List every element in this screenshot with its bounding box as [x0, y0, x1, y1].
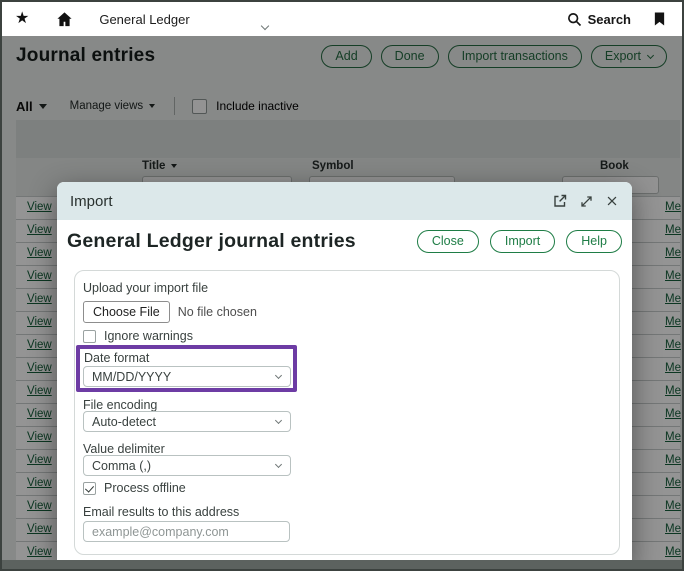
date-format-select[interactable]: MM/DD/YYYY: [83, 366, 291, 387]
upload-file-label: Upload your import file: [83, 281, 208, 295]
close-button[interactable]: Close: [417, 230, 479, 253]
close-icon[interactable]: [605, 194, 619, 208]
import-button[interactable]: Import: [490, 230, 555, 253]
app-menu-general-ledger[interactable]: General Ledger: [99, 12, 189, 27]
modal-title: Import: [70, 193, 113, 210]
file-input-row: Choose File No file chosen: [83, 301, 257, 323]
ignore-warnings-checkbox[interactable]: [83, 330, 96, 343]
value-delimiter-value: Comma (,): [92, 459, 151, 473]
process-offline-label: Process offline: [104, 481, 186, 495]
modal-window-controls: [552, 193, 619, 209]
import-form-panel: Upload your import file Choose File No f…: [74, 270, 620, 555]
no-file-chosen-text: No file chosen: [178, 305, 257, 319]
expand-resize-icon[interactable]: [579, 194, 594, 209]
ignore-warnings-label: Ignore warnings: [104, 329, 193, 343]
chevron-down-icon: [275, 372, 282, 379]
file-encoding-value: Auto-detect: [92, 415, 156, 429]
choose-file-button[interactable]: Choose File: [83, 301, 170, 323]
app-window: ★ General Ledger Search Journal entries …: [0, 0, 684, 571]
chevron-down-icon: [275, 461, 282, 468]
favorites-star-icon[interactable]: ★: [15, 11, 29, 27]
chevron-down-icon: [275, 417, 282, 424]
file-encoding-label: File encoding: [83, 398, 157, 412]
value-delimiter-select[interactable]: Comma (,): [83, 455, 291, 476]
search-label: Search: [588, 12, 631, 27]
help-button[interactable]: Help: [566, 230, 622, 253]
date-format-label: Date format: [84, 351, 149, 365]
ignore-warnings-row: Ignore warnings: [83, 329, 193, 343]
value-delimiter-label: Value delimiter: [83, 442, 165, 456]
home-icon[interactable]: [56, 11, 73, 28]
search-button[interactable]: Search: [567, 12, 631, 27]
modal-heading: General Ledger journal entries: [67, 230, 356, 253]
date-format-value: MM/DD/YYYY: [92, 370, 171, 384]
email-results-label: Email results to this address: [83, 505, 239, 519]
open-in-new-window-icon[interactable]: [552, 193, 568, 209]
modal-title-bar: Import: [57, 182, 632, 220]
process-offline-row: Process offline: [83, 481, 186, 495]
bookmark-icon[interactable]: [653, 11, 666, 27]
modal-heading-row: General Ledger journal entries Close Imp…: [67, 228, 622, 254]
search-icon: [567, 12, 582, 27]
modal-buttons: Close Import Help: [417, 230, 622, 253]
email-results-input[interactable]: [83, 521, 290, 542]
file-encoding-select[interactable]: Auto-detect: [83, 411, 291, 432]
import-modal: Import General Ledger journal entries Cl…: [57, 182, 632, 565]
chevron-down-icon[interactable]: [262, 16, 268, 34]
process-offline-checkbox[interactable]: [83, 482, 96, 495]
top-navigation-bar: ★ General Ledger Search: [2, 2, 682, 36]
window-bottom-edge: [2, 560, 682, 569]
